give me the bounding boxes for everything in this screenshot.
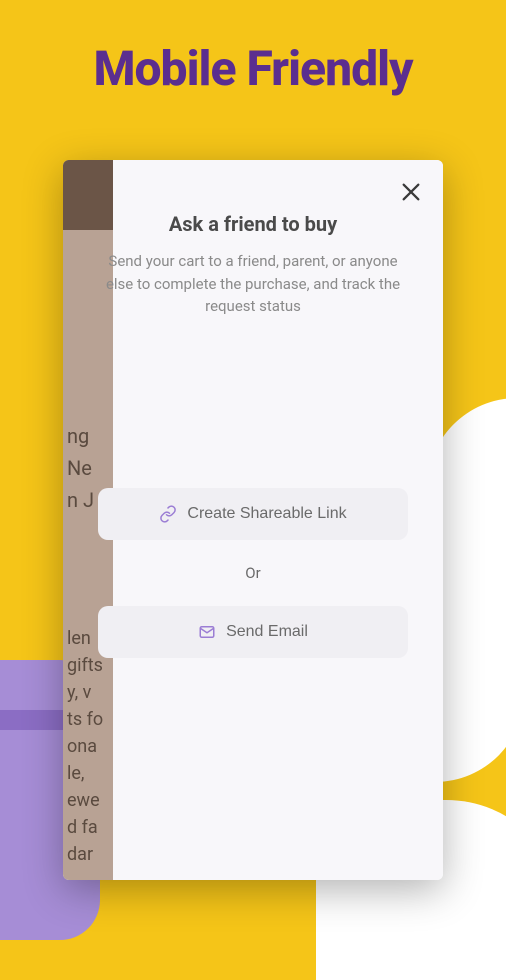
close-button[interactable]	[397, 178, 425, 206]
create-link-label: Create Shareable Link	[187, 505, 346, 523]
page-title: Mobile Friendly	[93, 40, 412, 97]
modal-description: Send your cart to a friend, parent, or a…	[83, 250, 423, 318]
link-icon	[159, 505, 177, 523]
email-icon	[198, 623, 216, 641]
phone-mockup: ng Ne n J len gifts y, v ts fo ona le, e…	[63, 160, 443, 880]
modal-dialog: Ask a friend to buy Send your cart to a …	[63, 160, 443, 880]
send-email-button[interactable]: Send Email	[98, 606, 408, 658]
modal-title: Ask a friend to buy	[83, 212, 423, 236]
separator-text: Or	[83, 564, 423, 582]
close-icon	[400, 181, 422, 203]
send-email-label: Send Email	[226, 623, 308, 641]
create-link-button[interactable]: Create Shareable Link	[98, 488, 408, 540]
